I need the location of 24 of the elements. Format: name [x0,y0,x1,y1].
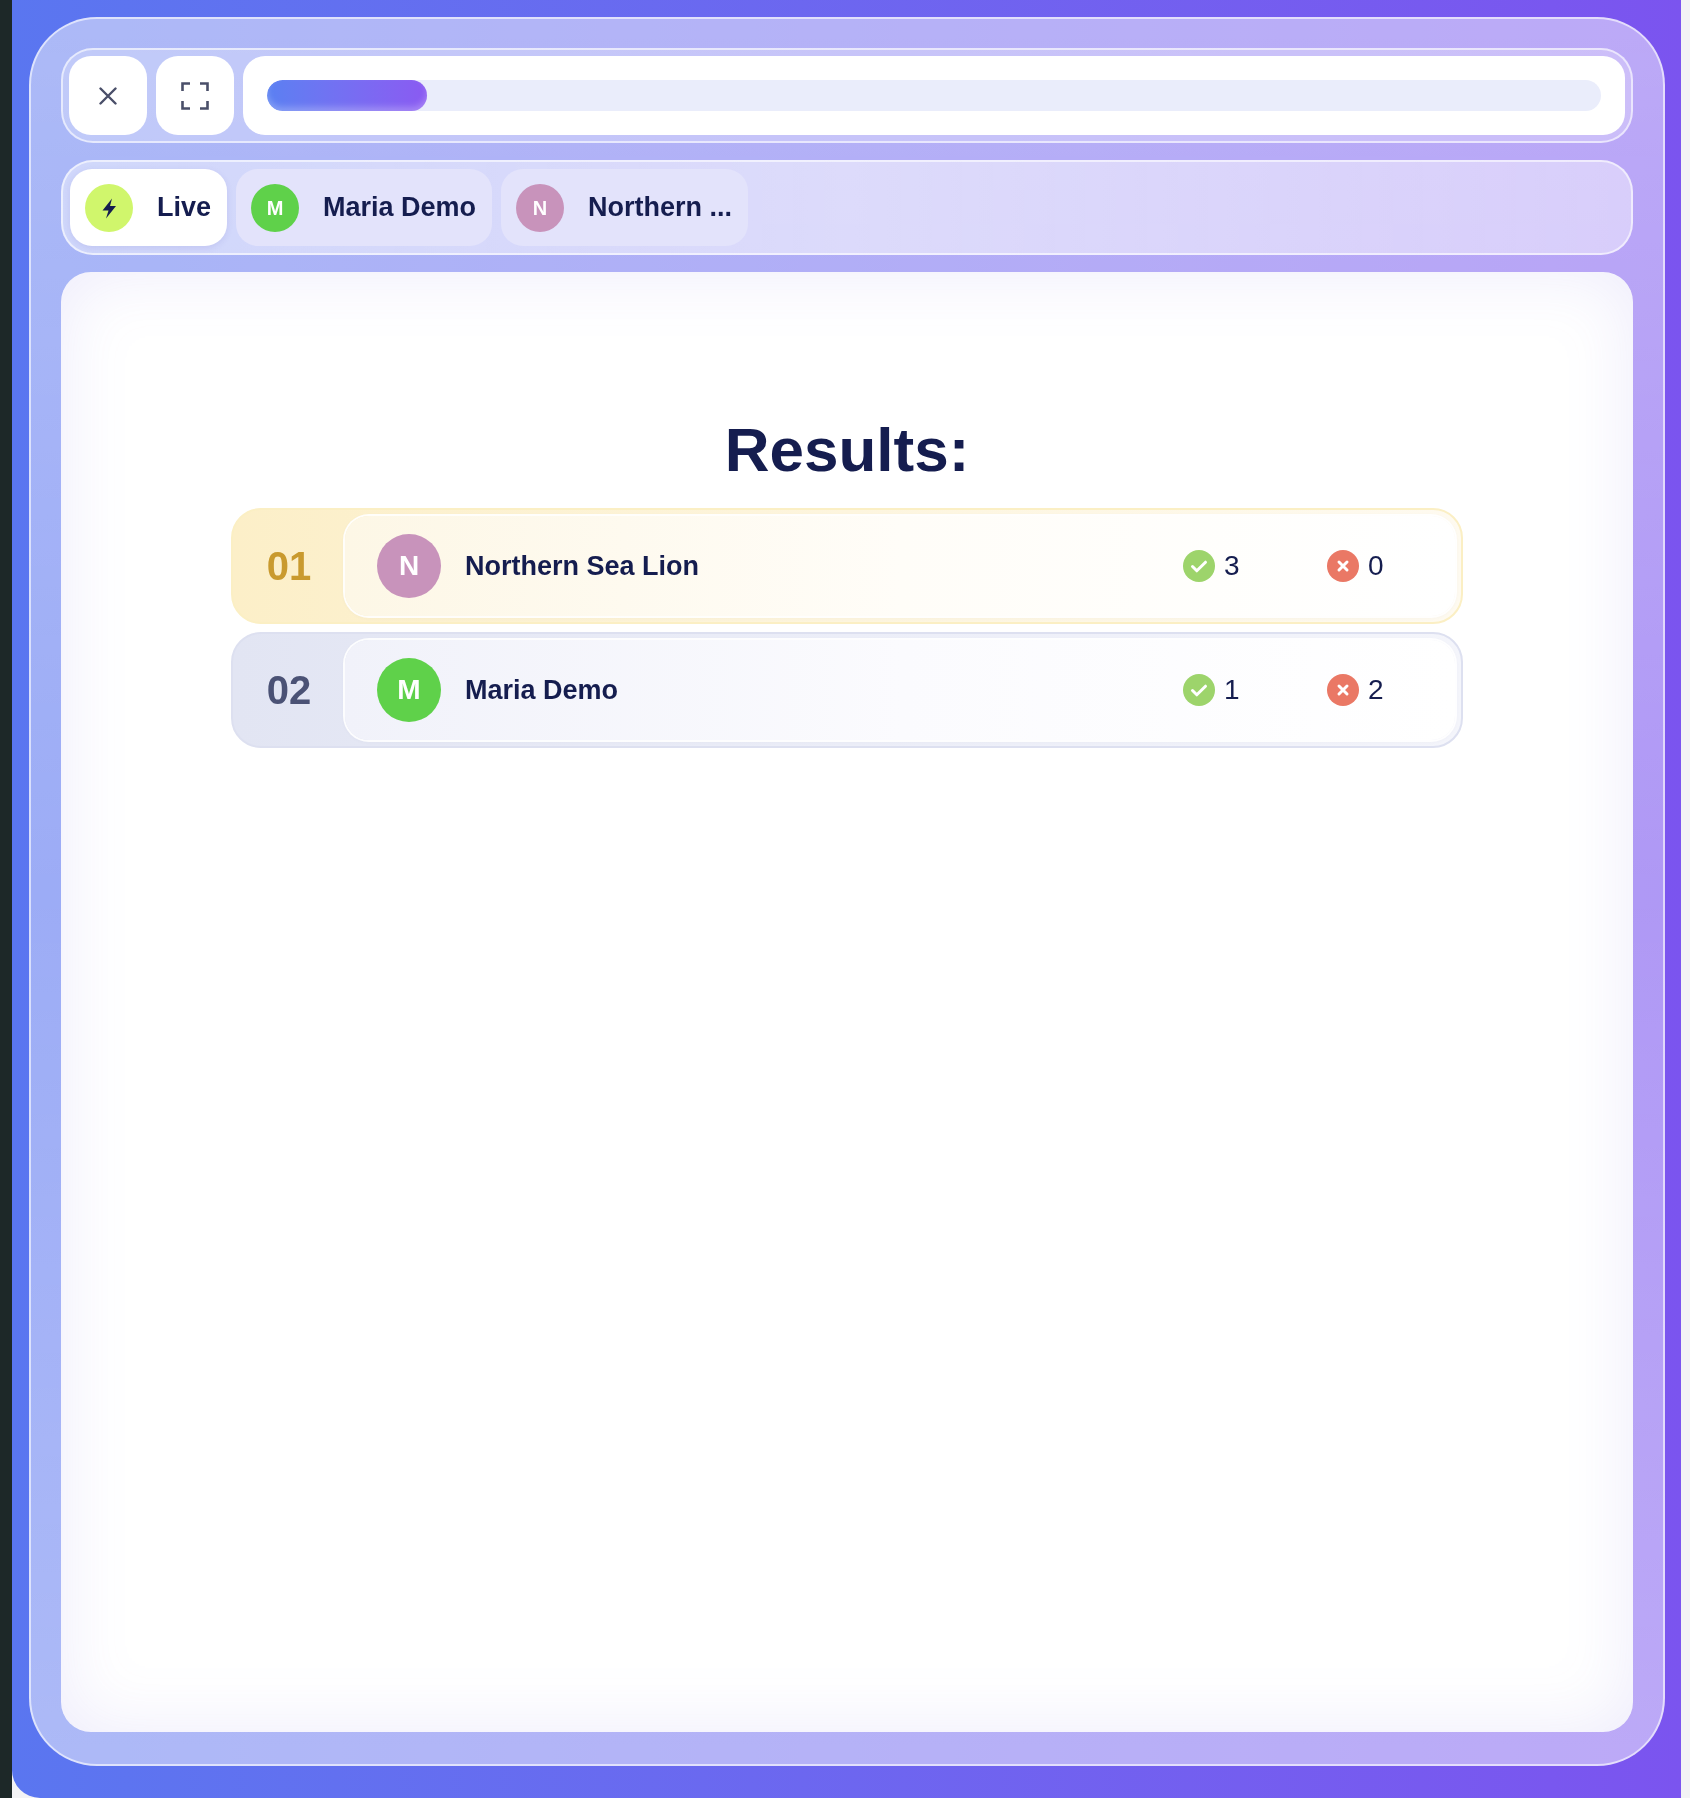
player-name: Northern Sea Lion [465,550,700,581]
close-icon [99,86,117,105]
cross-icon [1327,550,1359,582]
check-icon [1183,674,1215,706]
fullscreen-icon [181,81,209,110]
tab[interactable]: N Northern ... [501,169,749,246]
avatar: M [251,183,300,232]
wrong-count: 2 [1368,676,1384,704]
fullscreen-button[interactable] [156,56,234,135]
rank-number: 02 [266,670,312,710]
avatar: N [377,534,441,598]
correct-count: 3 [1224,552,1240,580]
lightning-icon [85,183,133,232]
wrong-count: 0 [1368,552,1384,580]
rank-number: 01 [266,546,312,586]
correct-count: 1 [1224,676,1240,704]
avatar: N [516,183,565,232]
tab[interactable]: Live [70,169,228,246]
cross-icon [1327,674,1359,706]
avatar: M [377,658,441,722]
tab[interactable]: M Maria Demo [236,169,493,246]
results-heading: Results: [724,419,970,481]
check-icon [1183,550,1215,582]
player-name: Maria Demo [465,674,619,705]
